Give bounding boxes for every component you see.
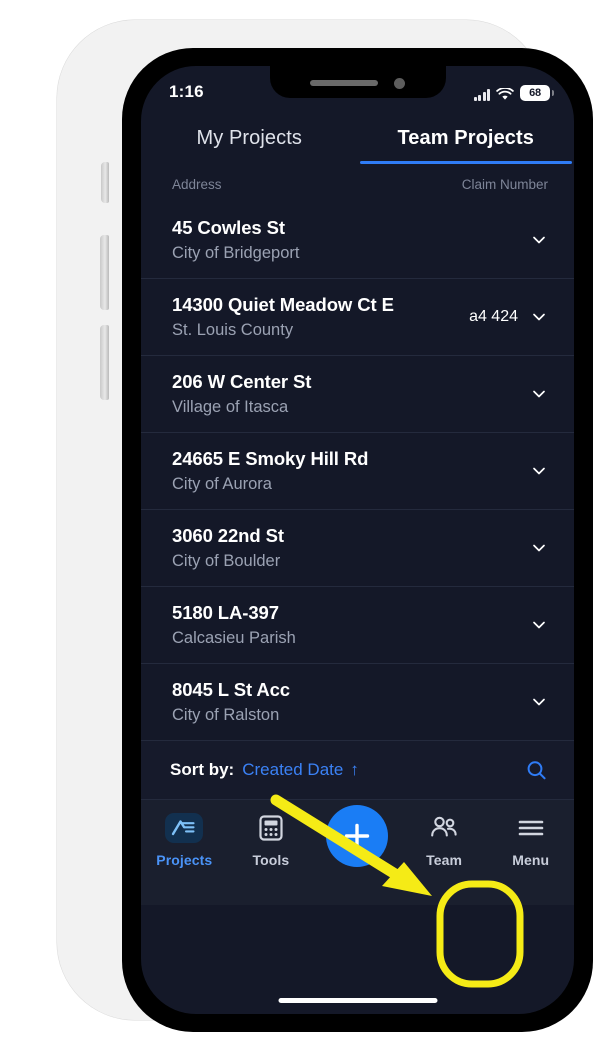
cellular-bars-icon — [473, 89, 490, 101]
project-address: 24665 E Smoky Hill Rd — [172, 448, 369, 469]
tab-my-projects[interactable]: My Projects — [141, 112, 358, 164]
search-button[interactable] — [525, 759, 548, 782]
add-project-button[interactable] — [326, 805, 389, 867]
team-icon-wrap — [429, 811, 459, 845]
sort-by-label: Sort by: — [170, 760, 235, 779]
projects-logo-glyph — [172, 820, 195, 836]
project-info: 14300 Quiet Meadow Ct E St. Louis County — [172, 294, 469, 340]
front-camera-icon — [394, 77, 405, 89]
tools-icon-wrap — [258, 811, 284, 845]
project-locality: St. Louis County — [172, 321, 294, 339]
table-row[interactable]: 8045 L St Acc City of Ralston — [141, 663, 574, 740]
status-indicators: 68 — [473, 85, 554, 101]
team-nav-label: Team — [426, 852, 463, 868]
project-info: 206 W Center St Village of Itasca — [172, 371, 518, 417]
project-info: 5180 LA-397 Calcasieu Parish — [172, 602, 518, 648]
table-row[interactable]: 45 Cowles St City of Bridgeport — [141, 202, 574, 278]
earpiece-speaker-icon — [310, 80, 378, 86]
menu-icon-wrap — [517, 811, 545, 845]
project-locality: City of Ralston — [172, 706, 280, 724]
projects-nav-label: Projects — [156, 852, 213, 868]
search-icon — [527, 760, 546, 779]
projects-icon-wrap — [165, 811, 204, 845]
plus-icon — [345, 823, 370, 849]
project-locality: Calcasieu Parish — [172, 629, 296, 647]
chevron-down-icon[interactable] — [530, 385, 548, 403]
battery-indicator: 68 — [520, 85, 554, 101]
column-header-address: Address — [172, 177, 222, 192]
status-time: 1:16 — [169, 82, 204, 101]
table-row[interactable]: 14300 Quiet Meadow Ct E St. Louis County… — [141, 278, 574, 355]
project-info: 45 Cowles St City of Bridgeport — [172, 217, 518, 263]
chevron-down-icon[interactable] — [530, 231, 548, 249]
sort-bar: Sort by: Created Date ↑ — [141, 740, 574, 799]
project-address: 5180 LA-397 — [172, 602, 279, 623]
projects-nav-item[interactable]: Projects — [141, 811, 228, 868]
chevron-down-icon[interactable] — [530, 616, 548, 634]
menu-nav-label: Menu — [512, 852, 550, 868]
column-header-row: Address Claim Number — [141, 164, 574, 202]
project-address: 206 W Center St — [172, 371, 312, 392]
project-info: 3060 22nd St City of Boulder — [172, 525, 518, 571]
projects-logo-icon — [165, 813, 204, 843]
project-locality: City of Bridgeport — [172, 244, 300, 262]
battery-level-label: 68 — [529, 87, 541, 99]
phone-frame: 1:16 68 My Projects Team Projects Addres… — [57, 20, 593, 1032]
project-info: 8045 L St Acc City of Ralston — [172, 679, 518, 725]
project-locality: Village of Itasca — [172, 398, 289, 416]
tools-nav-label: Tools — [252, 852, 290, 868]
table-row[interactable]: 3060 22nd St City of Boulder — [141, 509, 574, 586]
add-project-nav-item[interactable] — [314, 805, 401, 867]
project-address: 14300 Quiet Meadow Ct E — [172, 294, 394, 315]
hamburger-icon — [518, 820, 543, 836]
tab-team-projects[interactable]: Team Projects — [358, 112, 575, 164]
calculator-icon — [259, 815, 283, 841]
chevron-down-icon[interactable] — [530, 693, 548, 711]
project-list: 45 Cowles St City of Bridgeport 14300 Qu… — [141, 202, 574, 740]
volume-down-button[interactable] — [100, 325, 109, 400]
table-row[interactable]: 5180 LA-397 Calcasieu Parish — [141, 586, 574, 663]
project-claim-number: a4 424 — [469, 308, 518, 325]
menu-nav-item[interactable]: Menu — [487, 811, 574, 868]
team-nav-item[interactable]: Team — [401, 811, 488, 868]
project-info: 24665 E Smoky Hill Rd City of Aurora — [172, 448, 518, 494]
sort-by-value[interactable]: Created Date — [242, 760, 343, 780]
project-address: 45 Cowles St — [172, 217, 285, 238]
project-locality: City of Aurora — [172, 475, 272, 493]
chevron-down-icon[interactable] — [530, 308, 548, 326]
phone-screen: 1:16 68 My Projects Team Projects Addres… — [141, 66, 574, 1014]
chevron-down-icon[interactable] — [530, 539, 548, 557]
table-row[interactable]: 206 W Center St Village of Itasca — [141, 355, 574, 432]
notch — [269, 66, 446, 98]
people-icon — [431, 816, 457, 837]
chevron-down-icon[interactable] — [530, 462, 548, 480]
project-address: 3060 22nd St — [172, 525, 284, 546]
tools-nav-item[interactable]: Tools — [228, 811, 315, 868]
project-locality: City of Boulder — [172, 552, 281, 570]
column-header-claim-number: Claim Number — [461, 177, 548, 192]
volume-up-button[interactable] — [100, 235, 109, 310]
table-row[interactable]: 24665 E Smoky Hill Rd City of Aurora — [141, 432, 574, 509]
tab-my-projects-label: My Projects — [196, 126, 303, 149]
sort-direction-icon[interactable]: ↑ — [350, 760, 359, 780]
silent-switch-button[interactable] — [101, 162, 109, 203]
tab-team-projects-label: Team Projects — [397, 126, 535, 149]
wifi-icon — [496, 88, 514, 100]
screenshot-root: 1:16 68 My Projects Team Projects Addres… — [0, 0, 601, 1037]
tab-bar: My Projects Team Projects — [141, 112, 574, 164]
project-address: 8045 L St Acc — [172, 679, 290, 700]
bottom-navigation-bar: Projects Tools Team Menu — [141, 799, 574, 905]
home-indicator — [278, 998, 437, 1003]
